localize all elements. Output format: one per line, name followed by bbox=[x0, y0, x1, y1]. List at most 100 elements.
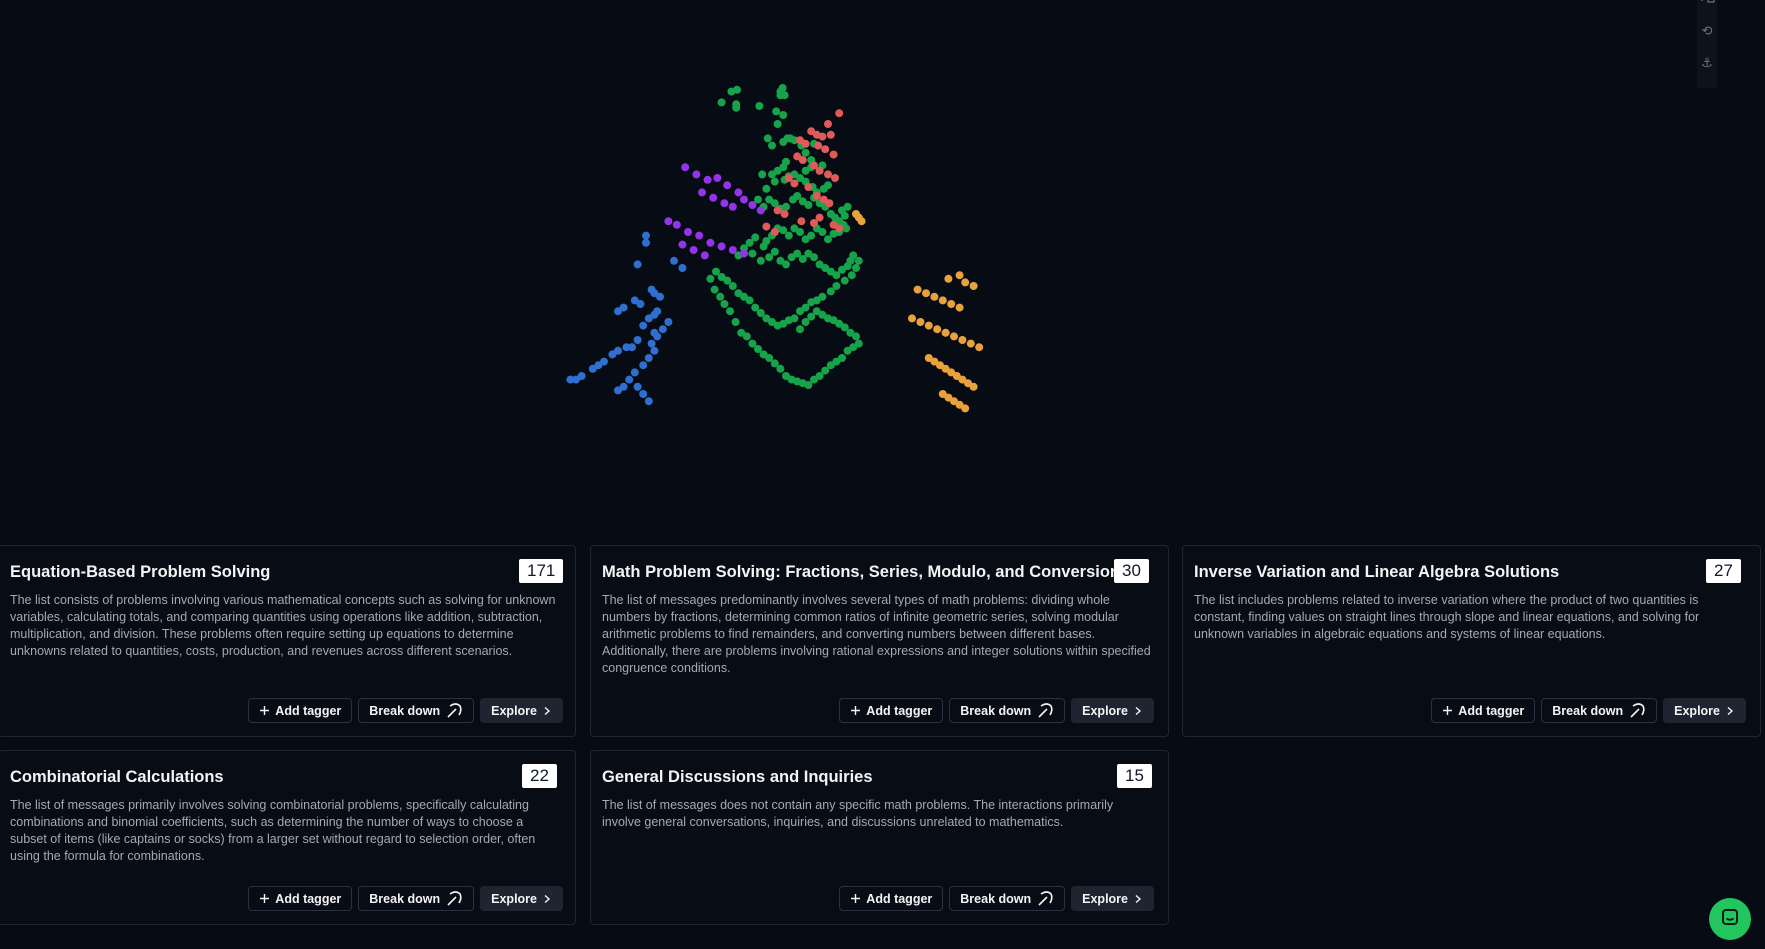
scatter-point[interactable] bbox=[758, 170, 767, 179]
scatter-point[interactable] bbox=[728, 202, 737, 211]
break-down-button[interactable]: Break down bbox=[358, 886, 475, 911]
scatter-point[interactable] bbox=[773, 120, 782, 128]
scatter-point[interactable] bbox=[742, 332, 751, 341]
scatter-point[interactable] bbox=[961, 404, 970, 413]
scatter-point[interactable] bbox=[689, 246, 698, 254]
scatter-point[interactable] bbox=[804, 201, 813, 209]
scatter-point[interactable] bbox=[778, 84, 787, 92]
scatter-point[interactable] bbox=[695, 231, 704, 240]
scatter-point[interactable] bbox=[608, 350, 617, 359]
scatter-point[interactable] bbox=[913, 285, 922, 294]
scatter-point[interactable] bbox=[768, 170, 776, 179]
scatter-point[interactable] bbox=[810, 253, 818, 262]
scatter-point[interactable] bbox=[639, 321, 648, 330]
scatter-point[interactable] bbox=[734, 188, 743, 197]
scatter-point[interactable] bbox=[756, 206, 765, 215]
scatter-point[interactable] bbox=[712, 267, 720, 276]
scatter-point[interactable] bbox=[748, 249, 757, 258]
settings-icon[interactable] bbox=[1699, 0, 1715, 9]
anchor-icon[interactable]: ⚓ bbox=[1699, 56, 1715, 72]
scatter-point[interactable] bbox=[731, 318, 740, 326]
scatter-point[interactable] bbox=[790, 179, 799, 188]
scatter-point[interactable] bbox=[961, 278, 970, 287]
scatter-point[interactable] bbox=[847, 271, 856, 280]
scatter-point[interactable] bbox=[636, 300, 645, 308]
scatter-point[interactable] bbox=[826, 130, 835, 139]
scatter-point[interactable] bbox=[780, 91, 789, 100]
scatter-point[interactable] bbox=[692, 170, 701, 179]
scatter-point[interactable] bbox=[829, 150, 838, 159]
scatter-point[interactable] bbox=[622, 343, 631, 352]
scatter-point[interactable] bbox=[842, 224, 851, 233]
scatter-point[interactable] bbox=[658, 325, 667, 334]
scatter-point[interactable] bbox=[700, 251, 709, 260]
explore-button[interactable]: Explore bbox=[1071, 698, 1154, 723]
scatter-point[interactable] bbox=[840, 211, 849, 220]
scatter-point[interactable] bbox=[801, 318, 810, 326]
scatter-point[interactable] bbox=[801, 139, 810, 148]
scatter-point[interactable] bbox=[709, 193, 718, 202]
scatter-point[interactable] bbox=[835, 224, 844, 233]
scatter-point[interactable] bbox=[717, 98, 726, 107]
scatter-point[interactable] bbox=[614, 386, 622, 395]
scatter-point[interactable] bbox=[755, 102, 764, 110]
scatter-point[interactable] bbox=[720, 199, 729, 208]
scatter-point[interactable] bbox=[796, 325, 804, 334]
scatter-point[interactable] bbox=[966, 339, 975, 348]
scatter-point[interactable] bbox=[933, 325, 942, 334]
scatter-svg[interactable] bbox=[0, 0, 1765, 540]
scatter-point[interactable] bbox=[728, 246, 737, 254]
scatter-point[interactable] bbox=[726, 307, 734, 316]
scatter-point[interactable] bbox=[801, 148, 810, 157]
scatter-point[interactable] bbox=[796, 307, 804, 316]
scatter-point[interactable] bbox=[625, 375, 634, 384]
scatter-point[interactable] bbox=[588, 364, 597, 373]
scatter-point[interactable] bbox=[614, 307, 622, 316]
scatter-point[interactable] bbox=[826, 287, 835, 296]
scatter-point[interactable] bbox=[748, 201, 757, 209]
scatter-point[interactable] bbox=[630, 368, 639, 377]
scatter-point[interactable] bbox=[653, 332, 662, 341]
scatter-point[interactable] bbox=[955, 303, 964, 312]
scatter-point[interactable] bbox=[975, 343, 984, 352]
break-down-button[interactable]: Break down bbox=[949, 886, 1066, 911]
scatter-point[interactable] bbox=[944, 274, 953, 283]
scatter-point[interactable] bbox=[716, 292, 725, 301]
scatter-point[interactable] bbox=[684, 228, 692, 236]
scatter-point[interactable] bbox=[824, 120, 832, 128]
add-tagger-button[interactable]: Add tagger bbox=[1431, 698, 1536, 723]
scatter-point[interactable] bbox=[831, 174, 839, 182]
scatter-point[interactable] bbox=[824, 170, 832, 179]
scatter-point[interactable] bbox=[650, 346, 659, 355]
scatter-point[interactable] bbox=[644, 314, 653, 323]
scatter-point[interactable] bbox=[706, 238, 715, 247]
scatter-point[interactable] bbox=[947, 300, 956, 308]
scatter-point[interactable] bbox=[633, 382, 642, 391]
scatter-point[interactable] bbox=[644, 354, 653, 362]
scatter-point[interactable] bbox=[642, 238, 650, 247]
link-icon[interactable]: ⟲ bbox=[1699, 24, 1715, 40]
scatter-point[interactable] bbox=[815, 166, 824, 175]
scatter-point[interactable] bbox=[821, 145, 830, 154]
scatter-point[interactable] bbox=[798, 156, 807, 164]
scatter-point[interactable] bbox=[941, 328, 950, 337]
scatter-point[interactable] bbox=[664, 217, 673, 226]
scatter-point[interactable] bbox=[969, 382, 978, 391]
scatter-point[interactable] bbox=[720, 300, 729, 308]
scatter-point[interactable] bbox=[930, 292, 939, 301]
scatter-point[interactable] bbox=[717, 242, 726, 251]
scatter-point[interactable] bbox=[814, 141, 823, 150]
scatter-point[interactable] bbox=[756, 256, 765, 265]
scatter-point[interactable] bbox=[698, 188, 706, 197]
embedding-scatter-plot[interactable] bbox=[0, 0, 1765, 540]
scatter-point[interactable] bbox=[566, 375, 575, 384]
scatter-point[interactable] bbox=[762, 222, 771, 231]
scatter-point[interactable] bbox=[639, 390, 648, 398]
break-down-button[interactable]: Break down bbox=[1541, 698, 1658, 723]
scatter-point[interactable] bbox=[797, 217, 806, 226]
scatter-point[interactable] bbox=[664, 318, 673, 326]
scatter-point[interactable] bbox=[751, 303, 760, 312]
scatter-point[interactable] bbox=[762, 184, 771, 193]
scatter-point[interactable] bbox=[835, 109, 844, 118]
scatter-point[interactable] bbox=[825, 199, 834, 208]
